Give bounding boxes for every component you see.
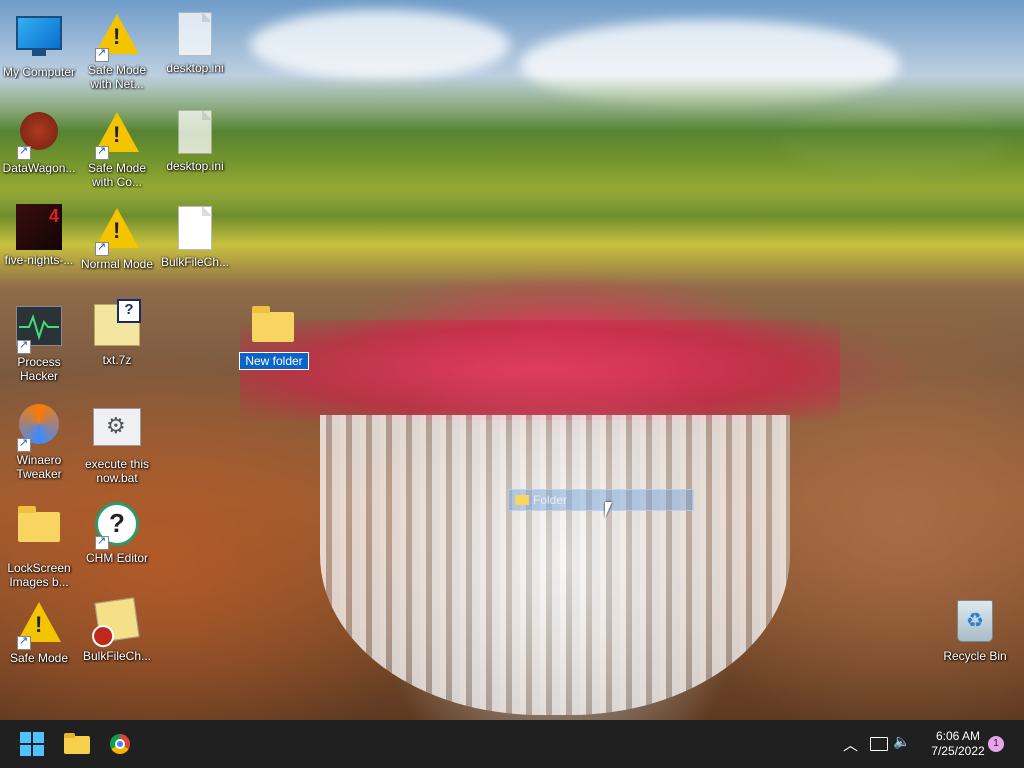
clock-icon (90, 623, 116, 649)
desktop-icon-desktop-ini-1[interactable]: desktop.ini (157, 10, 233, 75)
desktop-icon-desktop-ini-2[interactable]: desktop.ini (157, 108, 233, 173)
taskbar: ︿ 🔈 6:06 AM 7/25/2022 (0, 720, 1024, 768)
icon-label: desktop.ini (166, 61, 224, 75)
drag-ghost-label: Folder (533, 493, 568, 507)
icon-label: Safe Mode with Co... (87, 161, 147, 189)
desktop-icon-new-folder[interactable] (235, 300, 311, 360)
shortcut-arrow-icon (95, 534, 109, 550)
shortcut-arrow-icon (17, 338, 31, 354)
chrome-button[interactable] (104, 728, 136, 760)
icon-label: BulkFileCh... (82, 649, 152, 663)
gear-icon: ⚙ (106, 413, 126, 438)
settings-file-icon (178, 12, 212, 56)
shortcut-arrow-icon (95, 46, 109, 62)
mouse-cursor-icon (605, 502, 619, 518)
icon-label: LockScreen Images b... (7, 561, 71, 589)
clock[interactable]: 6:06 AM 7/25/2022 (918, 729, 998, 759)
batch-file-icon: ⚙ (93, 408, 141, 446)
icon-label: txt.7z (102, 353, 132, 367)
recycle-bin-icon: ♻ (957, 600, 993, 642)
file-icon (178, 206, 212, 250)
folder-icon (18, 506, 60, 542)
waterfall (320, 415, 790, 715)
shortcut-arrow-icon (95, 240, 109, 256)
five-nights-badge: 4 (48, 206, 59, 226)
clock-time: 6:06 AM (935, 729, 981, 743)
folder-icon (515, 495, 529, 505)
desktop-icon-normal-mode[interactable]: ! Normal Mode (79, 204, 155, 271)
archive-icon: ? (94, 299, 141, 346)
start-button[interactable] (16, 728, 48, 760)
monitor-icon (16, 16, 62, 56)
desktop-icon-process-hacker[interactable]: Process Hacker (1, 302, 77, 383)
unknown-type-badge: ? (117, 299, 141, 323)
shortcut-arrow-icon (17, 144, 31, 160)
shortcut-arrow-icon (17, 436, 31, 452)
five-nights-icon: 4 (16, 204, 62, 250)
clock-date: 7/25/2022 (931, 744, 985, 758)
desktop-icon-chm-editor[interactable]: ? CHM Editor (79, 500, 155, 565)
icon-label: DataWagon... (2, 161, 76, 175)
desktop-icon-safe-mode[interactable]: ! Safe Mode (1, 598, 77, 665)
chrome-icon (110, 734, 130, 754)
show-hidden-icons-chevron-up-icon[interactable]: ︿ (843, 734, 858, 755)
icon-label: Winaero Tweaker (16, 453, 62, 481)
file-explorer-button[interactable] (60, 728, 92, 760)
red-river (240, 320, 840, 420)
icon-label: execute this now.bat (84, 457, 150, 485)
icon-label: five-nights-... (4, 253, 74, 267)
icon-label: Recycle Bin (943, 649, 1007, 663)
volume-icon[interactable]: 🔈 (893, 733, 910, 750)
desktop-icon-recycle-bin[interactable]: ♻ Recycle Bin (937, 598, 1013, 663)
icon-label: Process Hacker (17, 355, 61, 383)
cloud (250, 10, 510, 80)
desktop-icon-txt-7z[interactable]: ? txt.7z (79, 299, 155, 367)
folder-icon (64, 736, 90, 754)
shortcut-arrow-icon (17, 634, 31, 650)
desktop-icon-lockscreen-images[interactable]: LockScreen Images b... (1, 500, 77, 589)
notification-badge[interactable]: 1 (988, 736, 1004, 752)
desktop-icon-bulkfilechanger-2[interactable]: BulkFileCh... (79, 597, 155, 663)
desktop-icon-safe-mode-networking[interactable]: ! Safe Mode with Net... (79, 10, 155, 91)
icon-label: CHM Editor (85, 551, 148, 565)
desktop-icon-winaero-tweaker[interactable]: Winaero Tweaker (1, 402, 77, 481)
desktop-icon-execute-bat[interactable]: ⚙ execute this now.bat (79, 402, 155, 485)
shortcut-arrow-icon (95, 144, 109, 160)
drag-ghost: Folder (508, 489, 694, 511)
bulkfilechanger-icon (90, 597, 140, 649)
desktop-icon-datawagon[interactable]: DataWagon... (1, 108, 77, 175)
icon-label: Safe Mode (9, 651, 69, 665)
icon-label: Safe Mode with Net... (87, 63, 147, 91)
icon-label: Normal Mode (80, 257, 154, 271)
icon-label: BulkFileCh... (160, 255, 230, 269)
folder-icon (252, 306, 294, 342)
desktop-icon-safe-mode-command[interactable]: ! Safe Mode with Co... (79, 108, 155, 189)
desktop-icon-five-nights[interactable]: 4 five-nights-... (1, 204, 77, 267)
icon-label: My Computer (2, 65, 76, 79)
icon-label: desktop.ini (166, 159, 224, 173)
network-icon[interactable] (870, 737, 888, 751)
desktop-icon-my-computer[interactable]: My Computer (1, 10, 77, 79)
rename-input[interactable]: New folder (239, 352, 309, 370)
desktop-icon-bulkfilechanger-1[interactable]: BulkFileCh... (157, 204, 233, 269)
settings-file-icon (178, 110, 212, 154)
